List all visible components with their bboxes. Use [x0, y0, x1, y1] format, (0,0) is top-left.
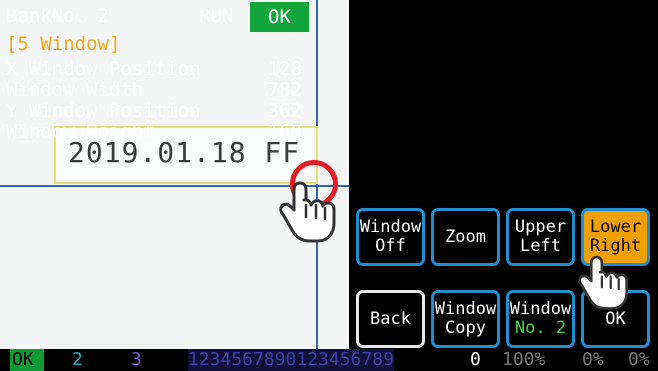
status-percent-2: 0% [582, 349, 604, 370]
param-value: 782 [267, 79, 302, 101]
param-label: X Window Position [6, 58, 201, 80]
button-label: Left [520, 236, 561, 256]
window-number-button[interactable]: Window No. 2 [506, 290, 575, 348]
param-label: Y Window Position [6, 100, 201, 122]
status-slot-1: OK [10, 349, 44, 371]
button-label: Window [359, 217, 422, 237]
status-counter-strip: 1234567890123456789 [188, 349, 394, 371]
param-value: 128 [267, 58, 302, 80]
param-window-height: Window Height 160 [6, 122, 302, 143]
param-x-window-position: X Window Position 128 [6, 59, 302, 80]
judgement-badge: OK [250, 2, 309, 32]
button-label: Upper [514, 217, 567, 237]
run-mode-indicator: RUN [199, 5, 234, 27]
bank-number-label: BankNo. 2 [6, 5, 109, 27]
status-slot-3: 3 [131, 349, 142, 370]
status-bar: OK 2 3 1234567890123456789 0 100% 0% 0% [0, 349, 658, 371]
button-label: Copy [445, 318, 486, 338]
pointing-hand-icon [279, 181, 336, 243]
zoom-button[interactable]: Zoom [431, 208, 500, 266]
status-percent-1: 100% [502, 349, 546, 370]
button-label: Off [375, 236, 406, 256]
button-value: No. 2 [514, 318, 567, 338]
back-button[interactable]: Back [356, 290, 425, 348]
button-label: Lower [589, 217, 642, 237]
button-label: OK [605, 308, 626, 329]
status-count: 0 [470, 349, 481, 370]
upper-left-button[interactable]: Upper Left [506, 208, 575, 266]
button-label: Zoom [445, 226, 486, 247]
param-y-window-position: Y Window Position 362 [6, 101, 302, 122]
button-label: Back [370, 308, 411, 329]
param-window-width: Window Width 782 [6, 80, 302, 101]
param-value: 160 [267, 121, 302, 143]
button-label: Window [434, 299, 497, 319]
window-copy-button[interactable]: Window Copy [431, 290, 500, 348]
pointing-hand-icon [578, 255, 629, 310]
button-label: Window [509, 299, 572, 319]
param-label: Window Height [6, 121, 155, 143]
status-percent-3: 0% [628, 349, 650, 370]
section-title: [5 Window] [6, 33, 121, 55]
status-slot-2: 2 [72, 349, 83, 370]
param-label: Window Width [6, 79, 144, 101]
screen: 2019.01.18 FF BankNo. 2 RUN OK [5 Window… [0, 0, 658, 371]
param-value: 362 [267, 100, 302, 122]
window-off-button[interactable]: Window Off [356, 208, 425, 266]
